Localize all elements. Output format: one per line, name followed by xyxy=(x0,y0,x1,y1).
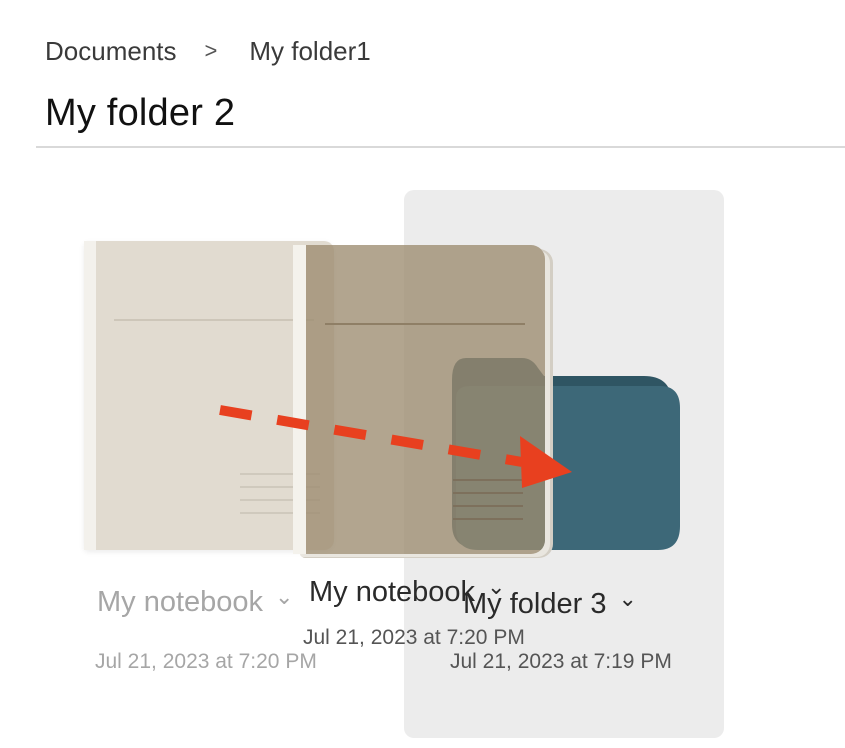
dragged-notebook-name-label: My notebook xyxy=(309,576,476,608)
breadcrumb-current[interactable]: My folder1 xyxy=(249,36,370,67)
notebook-name-label: My notebook xyxy=(97,586,264,618)
notebook-date: Jul 21, 2023 at 7:20 PM xyxy=(95,650,317,673)
page-title: My folder 2 xyxy=(45,92,236,134)
breadcrumb-documents[interactable]: Documents xyxy=(45,36,177,67)
notebook-name[interactable]: My notebook ⌄ xyxy=(97,584,293,619)
chevron-down-icon[interactable]: ⌄ xyxy=(618,586,636,612)
notebook-spine xyxy=(84,241,96,550)
chevron-down-icon[interactable]: ⌄ xyxy=(275,584,293,610)
folder-date: Jul 21, 2023 at 7:19 PM xyxy=(450,650,672,673)
notebook-rule xyxy=(114,319,314,321)
dragged-notebook-rule xyxy=(325,323,525,325)
chevron-right-icon: > xyxy=(204,38,218,63)
divider xyxy=(36,146,845,148)
dragged-notebook-name: My notebook ⌄ xyxy=(309,573,506,609)
chevron-down-icon: ⌄ xyxy=(487,573,506,599)
breadcrumb: Documents > My folder1 xyxy=(45,34,371,68)
drag-arrow-icon xyxy=(219,405,572,488)
dragged-notebook-date: Jul 21, 2023 at 7:20 PM xyxy=(303,626,525,649)
